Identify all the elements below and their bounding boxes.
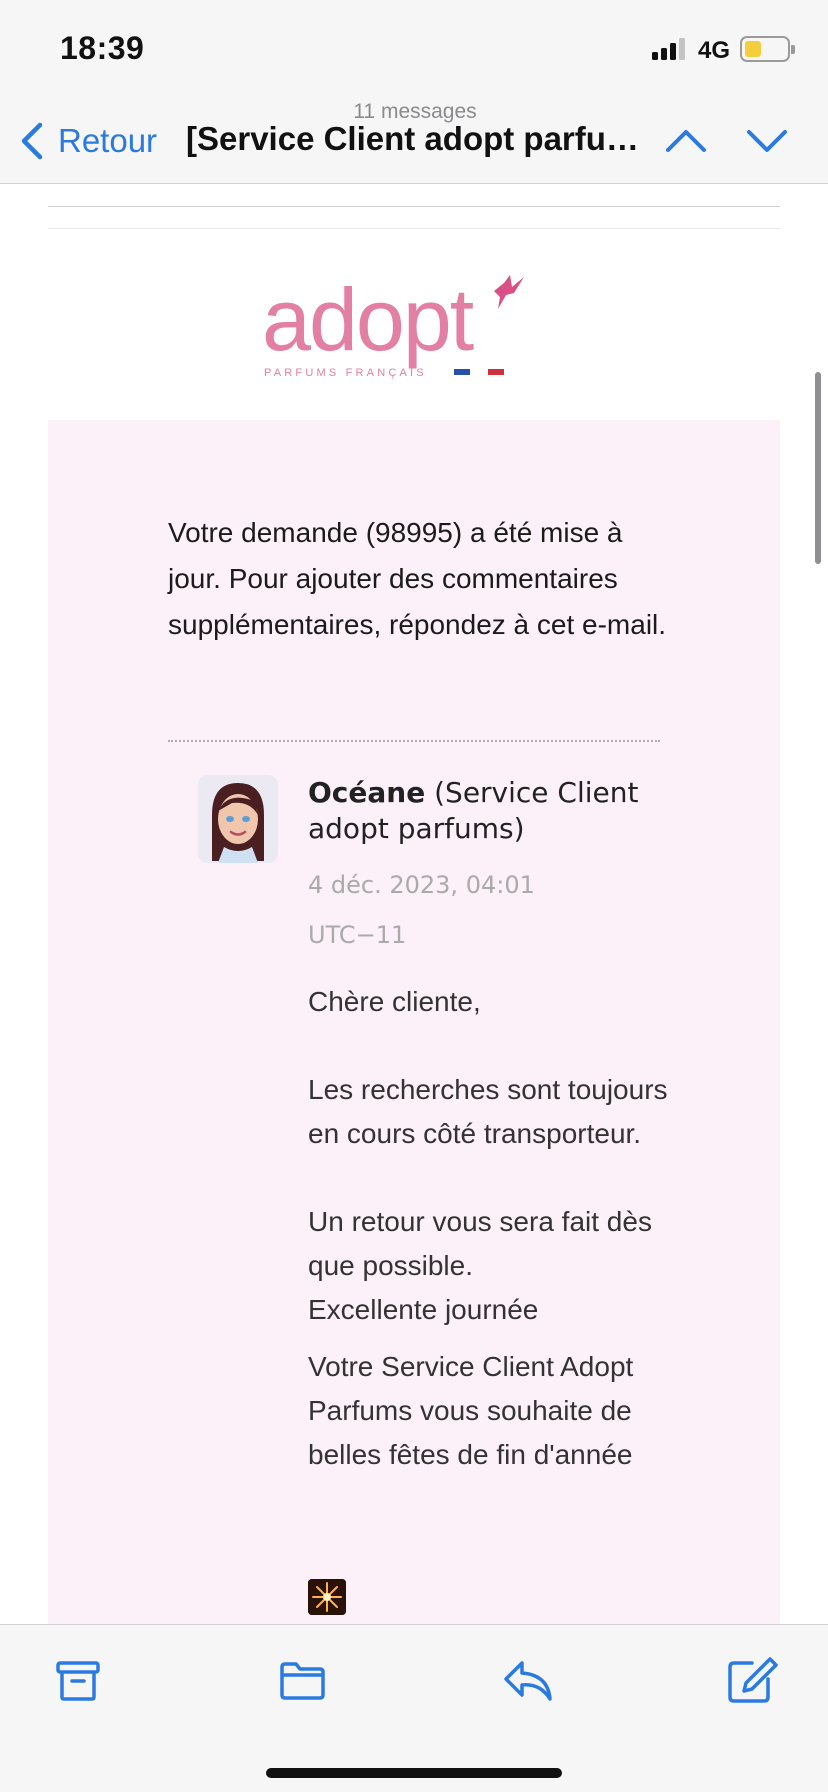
move-to-folder-button[interactable] bbox=[276, 1655, 332, 1707]
message-timestamp: 4 déc. 2023, 04:01 bbox=[308, 871, 535, 899]
vertical-scrollbar[interactable] bbox=[815, 372, 821, 564]
chevron-up-icon bbox=[666, 130, 706, 152]
home-indicator[interactable] bbox=[266, 1768, 562, 1778]
dotted-separator bbox=[168, 740, 660, 742]
bottom-toolbar bbox=[0, 1624, 828, 1792]
status-bar: 18:39 4G bbox=[0, 0, 828, 96]
ticket-update-notice: Votre demande (98995) a été mise à jour.… bbox=[168, 517, 667, 640]
message-author: Océane (Service Client adopt parfums) bbox=[308, 775, 668, 847]
back-button-label: Retour bbox=[58, 122, 158, 159]
message-panel: Votre demande (98995) a été mise à jour.… bbox=[48, 420, 780, 1625]
battery-icon bbox=[740, 36, 795, 62]
divider bbox=[48, 206, 780, 207]
closing: Excellente journée bbox=[308, 1294, 539, 1325]
message-paragraph: Les recherches sont toujours en cours cô… bbox=[308, 1074, 668, 1149]
divider bbox=[48, 228, 780, 229]
reply-button[interactable] bbox=[500, 1655, 556, 1707]
author-name: Océane bbox=[308, 776, 426, 809]
svg-text:adopt: adopt bbox=[262, 270, 474, 369]
adopt-logo: adopt PARFUMS FRANÇAIS bbox=[262, 265, 562, 385]
fireworks-icon bbox=[308, 1579, 346, 1615]
message-date: 4 déc. 2023, 04:01 UTC−11 bbox=[308, 860, 608, 960]
navigation-bar: Retour 11 messages [Service Client adopt… bbox=[0, 96, 828, 184]
message-timezone: UTC−11 bbox=[308, 921, 407, 949]
archive-button[interactable] bbox=[52, 1655, 108, 1707]
previous-message-button[interactable] bbox=[664, 122, 708, 158]
reply-icon bbox=[504, 1661, 552, 1701]
signature: Votre Service Client Adopt Parfums vous … bbox=[308, 1351, 634, 1470]
network-type: 4G bbox=[698, 37, 731, 64]
greeting: Chère cliente, bbox=[308, 986, 481, 1017]
email-body[interactable]: adopt PARFUMS FRANÇAIS Votre demande (98… bbox=[0, 185, 828, 1625]
compose-button[interactable] bbox=[724, 1655, 780, 1707]
chevron-down-icon bbox=[747, 130, 787, 152]
agent-avatar bbox=[198, 775, 278, 863]
chevron-left-icon bbox=[21, 122, 43, 160]
back-button[interactable]: Retour bbox=[20, 116, 157, 166]
folder-icon bbox=[280, 1662, 325, 1700]
message-paragraph: Un retour vous sera fait dès que possibl… bbox=[308, 1206, 652, 1281]
compose-icon bbox=[728, 1657, 778, 1703]
svg-text:PARFUMS FRANÇAIS: PARFUMS FRANÇAIS bbox=[264, 367, 427, 379]
next-message-button[interactable] bbox=[745, 122, 789, 158]
cellular-signal-icon bbox=[652, 38, 686, 60]
thread-title: [Service Client adopt parfu… bbox=[186, 120, 639, 157]
status-time: 18:39 bbox=[60, 30, 145, 66]
archive-icon bbox=[56, 1661, 100, 1701]
